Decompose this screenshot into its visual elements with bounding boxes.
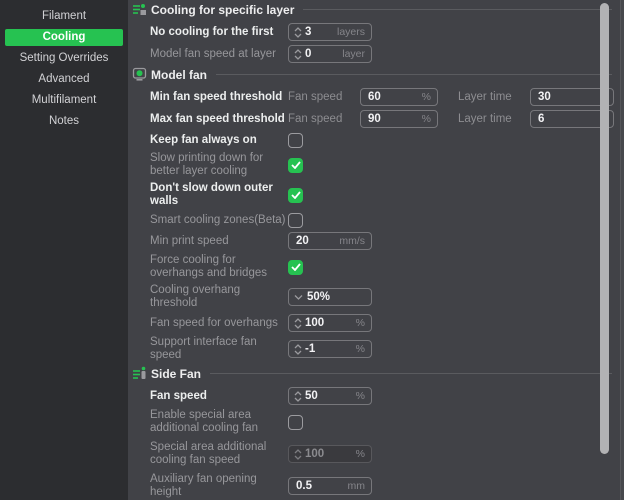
section-title: Side Fan <box>151 366 202 381</box>
section-divider <box>216 74 612 75</box>
special-area-fan-speed-input[interactable]: % <box>288 445 372 463</box>
max-threshold-fan-speed-value[interactable] <box>361 111 437 127</box>
sub-label: Fan speed <box>288 91 343 103</box>
min-threshold-fan-speed-value[interactable] <box>361 89 437 105</box>
section-header-cooling-specific-layer: Cooling for specific layer <box>133 2 612 17</box>
sidebar-item-advanced[interactable]: Advanced <box>5 71 123 88</box>
no-cooling-first-value[interactable] <box>302 24 371 40</box>
support-interface-fan-speed-value[interactable] <box>302 341 371 357</box>
chevron-down-icon <box>294 295 303 300</box>
scrollbar-thumb[interactable] <box>600 3 609 454</box>
sidebar-item-setting-overrides[interactable]: Setting Overrides <box>5 50 123 67</box>
setting-row: Auxiliary fan opening height mm <box>150 473 612 499</box>
fan-speed-overhangs-input[interactable]: % <box>288 314 372 332</box>
filament-settings-sidebar: Filament Cooling Setting Overrides Advan… <box>0 0 128 500</box>
sub-label: Layer time <box>458 91 512 103</box>
cooling-overhang-threshold-combobox[interactable]: 50% <box>288 288 372 306</box>
aux-fan-opening-height-value[interactable] <box>289 478 371 494</box>
spinner-arrows-icon[interactable] <box>289 341 302 357</box>
min-print-speed-input[interactable]: mm/s <box>288 232 372 250</box>
setting-row: Enable special area additional cooling f… <box>150 409 612 435</box>
setting-label: Fan speed <box>150 389 207 402</box>
fan-speed-at-layer-value[interactable] <box>302 46 371 62</box>
panel-right-edge <box>620 0 624 500</box>
setting-row: Model fan speed at layer layer <box>150 45 612 63</box>
no-cooling-first-input[interactable]: layers <box>288 23 372 41</box>
fan-speed-overhangs-value[interactable] <box>302 315 371 331</box>
setting-label: Enable special area additional cooling f… <box>150 409 259 434</box>
setting-label: Min print speed <box>150 234 229 247</box>
side-fan-icon <box>132 366 147 381</box>
setting-label: Don't slow down outer walls <box>150 182 273 207</box>
setting-row: Fan speed % <box>150 387 612 405</box>
setting-label: Smart cooling zones(Beta) <box>150 213 286 226</box>
side-fan-speed-input[interactable]: % <box>288 387 372 405</box>
setting-row: Cooling overhang threshold 50% <box>150 284 612 310</box>
sidebar-item-notes[interactable]: Notes <box>5 113 123 130</box>
section-divider <box>303 9 612 10</box>
section-header-side-fan: Side Fan <box>133 366 612 381</box>
spinner-arrows-icon[interactable] <box>289 388 302 404</box>
side-fan-speed-value[interactable] <box>302 388 371 404</box>
sidebar-item-cooling[interactable]: Cooling <box>5 29 123 46</box>
section-divider <box>210 373 612 374</box>
keep-fan-always-on-checkbox[interactable] <box>288 132 303 148</box>
section-title: Cooling for specific layer <box>151 2 295 17</box>
dont-slow-outer-walls-checkbox[interactable] <box>288 187 303 203</box>
section-title: Model fan <box>151 67 207 82</box>
aux-fan-opening-height-input[interactable]: mm <box>288 477 372 495</box>
setting-row: Slow printing down for better layer cool… <box>150 152 612 178</box>
cooling-settings-panel: Cooling for specific layer No cooling fo… <box>128 0 624 500</box>
setting-row: No cooling for the first layers <box>150 23 612 41</box>
vertical-scrollbar[interactable] <box>599 0 611 500</box>
max-threshold-fan-speed-input[interactable]: % <box>360 110 438 128</box>
force-cooling-overhangs-checkbox[interactable] <box>288 259 303 275</box>
setting-row: Keep fan always on <box>150 132 612 148</box>
setting-label: Slow printing down for better layer cool… <box>150 152 264 177</box>
special-area-fan-speed-value <box>302 446 371 462</box>
enable-special-area-checkbox[interactable] <box>288 414 303 430</box>
setting-label: Force cooling for overhangs and bridges <box>150 254 267 279</box>
setting-row: Support interface fan speed % <box>150 336 612 362</box>
setting-label: Keep fan always on <box>150 133 257 146</box>
setting-label: No cooling for the first <box>150 25 274 38</box>
sub-label: Fan speed <box>288 113 343 125</box>
setting-label: Support interface fan speed <box>150 336 257 361</box>
setting-row: Min print speed mm/s <box>150 232 612 250</box>
spinner-arrows-icon[interactable] <box>289 446 302 462</box>
setting-row: Max fan speed threshold Fan speed % Laye… <box>150 110 614 128</box>
sub-label: Layer time <box>458 113 512 125</box>
setting-row: Min fan speed threshold Fan speed % Laye… <box>150 88 614 106</box>
setting-label: Model fan speed at layer <box>150 47 276 60</box>
setting-label: Auxiliary fan opening height <box>150 473 257 498</box>
cooling-layers-icon <box>132 2 147 17</box>
setting-label: Fan speed for overhangs <box>150 316 278 329</box>
fan-speed-at-layer-input[interactable]: layer <box>288 45 372 63</box>
spinner-arrows-icon[interactable] <box>289 46 302 62</box>
min-threshold-fan-speed-input[interactable]: % <box>360 88 438 106</box>
min-print-speed-value[interactable] <box>289 233 371 249</box>
setting-label: Min fan speed threshold <box>150 90 283 103</box>
model-fan-icon <box>132 67 147 82</box>
spinner-arrows-icon[interactable] <box>289 24 302 40</box>
setting-row: Fan speed for overhangs % <box>150 314 612 332</box>
setting-label: Special area additional cooling fan spee… <box>150 441 267 466</box>
setting-row: Smart cooling zones(Beta) <box>150 212 612 228</box>
setting-label: Max fan speed threshold <box>150 112 285 125</box>
setting-row: Don't slow down outer walls <box>150 182 612 208</box>
setting-label: Cooling overhang threshold <box>150 284 241 309</box>
setting-row: Force cooling for overhangs and bridges <box>150 254 612 280</box>
slow-printing-checkbox[interactable] <box>288 157 303 173</box>
setting-row: Special area additional cooling fan spee… <box>150 439 612 469</box>
support-interface-fan-speed-input[interactable]: % <box>288 340 372 358</box>
combobox-value: 50% <box>307 291 331 303</box>
smart-cooling-zones-checkbox[interactable] <box>288 212 303 228</box>
sidebar-item-multifilament[interactable]: Multifilament <box>5 92 123 109</box>
spinner-arrows-icon[interactable] <box>289 315 302 331</box>
section-header-model-fan: Model fan <box>132 67 612 82</box>
sidebar-item-filament[interactable]: Filament <box>5 8 123 25</box>
